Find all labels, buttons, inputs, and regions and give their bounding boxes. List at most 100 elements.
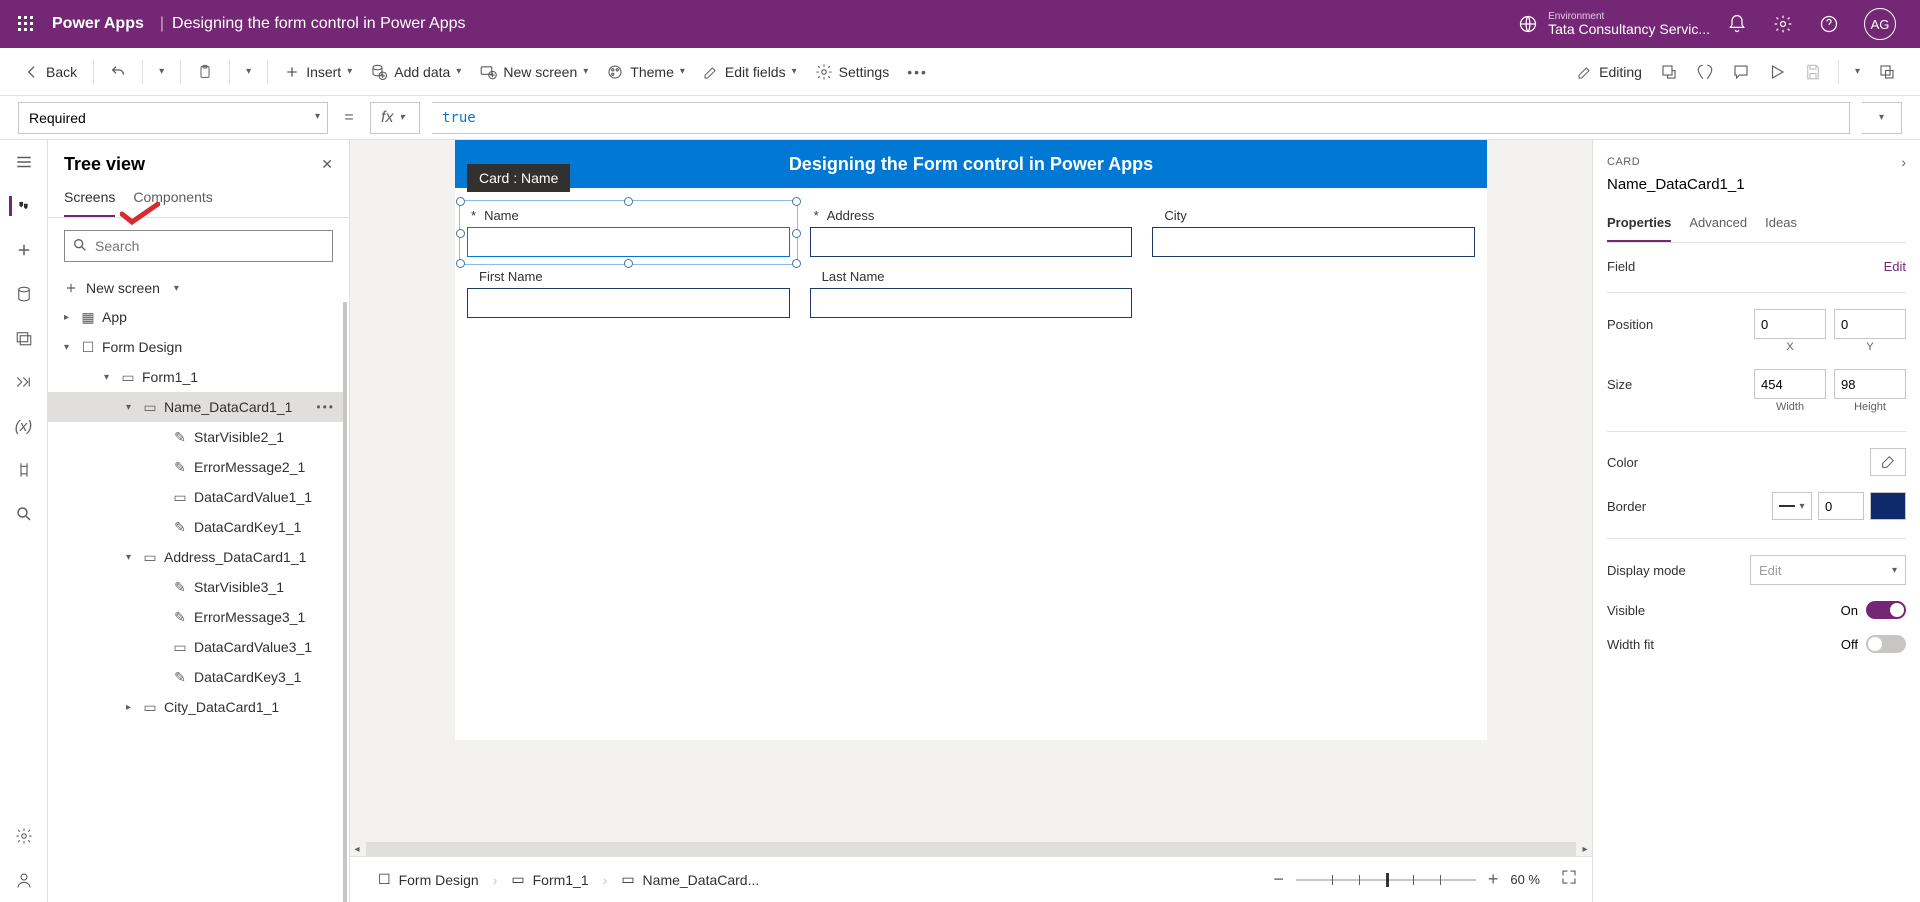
props-collapse-button[interactable]: ›: [1901, 154, 1906, 170]
tree-item-form-design[interactable]: ▾☐Form Design: [48, 332, 343, 362]
comments-button[interactable]: [1726, 59, 1756, 85]
tree-item-city-card[interactable]: ▸▭City_DataCard1_1: [48, 692, 343, 722]
props-tab-ideas[interactable]: Ideas: [1765, 211, 1797, 242]
tree-item-app[interactable]: ▸▦App: [48, 302, 343, 332]
rail-tree-icon[interactable]: [9, 196, 29, 216]
rail-media-icon[interactable]: [14, 328, 34, 348]
tree-item-val3[interactable]: ▭DataCardValue3_1: [48, 632, 343, 662]
back-button[interactable]: Back: [18, 60, 83, 84]
tree-item-star3[interactable]: ✎StarVisible3_1: [48, 572, 343, 602]
position-x-input[interactable]: [1754, 309, 1826, 339]
publish-button[interactable]: [1872, 59, 1902, 85]
more-icon[interactable]: •••: [316, 400, 335, 414]
tree-item-name-card[interactable]: ▾▭Name_DataCard1_1•••: [48, 392, 343, 422]
new-screen-tree-button[interactable]: New screen ▾: [48, 274, 349, 302]
breadcrumb-form-design[interactable]: ☐Form Design: [364, 857, 493, 902]
undo-button[interactable]: [104, 60, 132, 84]
zoom-in-button[interactable]: +: [1488, 869, 1499, 890]
tree-item-err2[interactable]: ✎ErrorMessage2_1: [48, 452, 343, 482]
city-input[interactable]: [1152, 227, 1475, 257]
rail-data-icon[interactable]: [14, 284, 34, 304]
tab-components[interactable]: Components: [133, 183, 212, 217]
canvas-hscroll[interactable]: ◂▸: [350, 842, 1592, 856]
border-width-input[interactable]: [1818, 492, 1864, 520]
tree-item-star2[interactable]: ✎StarVisible2_1: [48, 422, 343, 452]
preview-button[interactable]: [1762, 59, 1792, 85]
width-fit-toggle[interactable]: [1866, 635, 1906, 653]
share-button[interactable]: [1654, 59, 1684, 85]
paste-button[interactable]: [191, 60, 219, 84]
breadcrumb-form1[interactable]: ▭Form1_1: [497, 857, 602, 902]
tree-close-button[interactable]: ✕: [321, 156, 333, 173]
rail-flows-icon[interactable]: [14, 372, 34, 392]
checker-button[interactable]: [1690, 59, 1720, 85]
paste-dropdown[interactable]: ▾: [240, 62, 257, 81]
tree-item-addr-card[interactable]: ▾▭Address_DataCard1_1: [48, 542, 343, 572]
tree-search-input[interactable]: [64, 230, 333, 262]
field-first-name[interactable]: First Name: [467, 269, 790, 318]
settings-button[interactable]: Settings: [809, 59, 896, 85]
tree-item-val1[interactable]: ▭DataCardValue1_1: [48, 482, 343, 512]
fit-button[interactable]: [1560, 868, 1578, 891]
field-address[interactable]: *Address: [810, 208, 1133, 257]
rail-virtual-agent-icon[interactable]: [14, 870, 34, 890]
border-color-picker[interactable]: [1870, 492, 1906, 520]
props-tab-advanced[interactable]: Advanced: [1689, 211, 1747, 242]
first-name-input[interactable]: [467, 288, 790, 318]
rail-hamburger-icon[interactable]: [14, 152, 34, 172]
insert-button[interactable]: Insert ▾: [278, 60, 358, 84]
user-avatar[interactable]: AG: [1864, 8, 1896, 40]
undo-dropdown[interactable]: ▾: [153, 62, 170, 81]
size-width-input[interactable]: [1754, 369, 1826, 399]
last-name-input[interactable]: [810, 288, 1133, 318]
edit-fields-button[interactable]: Edit fields ▾: [697, 60, 803, 84]
breadcrumb-name-card[interactable]: ▭Name_DataCard...: [607, 857, 773, 902]
label-icon: ✎: [172, 609, 188, 625]
save-button[interactable]: [1798, 59, 1828, 85]
rail-tools-icon[interactable]: [14, 460, 34, 480]
new-screen-button[interactable]: New screen ▾: [473, 59, 594, 85]
editing-mode-button[interactable]: Editing: [1571, 60, 1648, 84]
rail-search-icon[interactable]: [14, 504, 34, 524]
zoom-slider[interactable]: [1296, 879, 1476, 881]
fx-button[interactable]: fx▾: [370, 102, 420, 134]
border-style-select[interactable]: ▾: [1772, 492, 1812, 520]
rail-variables-icon[interactable]: (x): [14, 416, 34, 436]
canvas[interactable]: Designing the Form control in Power Apps…: [455, 140, 1487, 740]
props-tab-properties[interactable]: Properties: [1607, 211, 1671, 242]
position-y-input[interactable]: [1834, 309, 1906, 339]
tree-search[interactable]: [64, 230, 333, 262]
add-data-button[interactable]: Add data ▾: [364, 59, 467, 85]
rail-insert-icon[interactable]: [14, 240, 34, 260]
zoom-out-button[interactable]: −: [1273, 869, 1284, 890]
color-picker[interactable]: [1870, 448, 1906, 476]
settings-icon[interactable]: [1772, 13, 1794, 35]
breadcrumb-bar: ☐Form Design › ▭Form1_1 › ▭Name_DataCard…: [350, 856, 1592, 902]
tree-item-form1[interactable]: ▾▭Form1_1: [48, 362, 343, 392]
field-city[interactable]: City: [1152, 208, 1475, 257]
size-height-input[interactable]: [1834, 369, 1906, 399]
field-last-name[interactable]: Last Name: [810, 269, 1133, 318]
name-input[interactable]: [467, 227, 790, 257]
address-input[interactable]: [810, 227, 1133, 257]
more-button[interactable]: •••: [901, 60, 934, 84]
prop-field-edit[interactable]: Edit: [1884, 259, 1906, 274]
notifications-icon[interactable]: [1726, 13, 1748, 35]
display-mode-select[interactable]: Edit▾: [1750, 555, 1906, 585]
formula-input[interactable]: [432, 102, 1850, 134]
environment-picker[interactable]: Environment Tata Consultancy Servic...: [1518, 11, 1710, 37]
help-icon[interactable]: [1818, 13, 1840, 35]
tree-item-err3[interactable]: ✎ErrorMessage3_1: [48, 602, 343, 632]
tree-item-key1[interactable]: ✎DataCardKey1_1: [48, 512, 343, 542]
formula-expand-button[interactable]: ▾: [1862, 102, 1902, 134]
save-dropdown[interactable]: ▾: [1849, 62, 1866, 81]
rail-settings-icon[interactable]: [14, 826, 34, 846]
waffle-icon[interactable]: [12, 10, 40, 38]
visible-toggle[interactable]: [1866, 601, 1906, 619]
props-name: Name_DataCard1_1: [1607, 176, 1745, 193]
theme-button[interactable]: Theme ▾: [600, 59, 691, 85]
tree-item-key3[interactable]: ✎DataCardKey3_1: [48, 662, 343, 692]
tab-screens[interactable]: Screens: [64, 183, 115, 217]
property-selector[interactable]: ▾: [18, 102, 328, 134]
field-name[interactable]: Card : Name *Name: [467, 208, 790, 257]
